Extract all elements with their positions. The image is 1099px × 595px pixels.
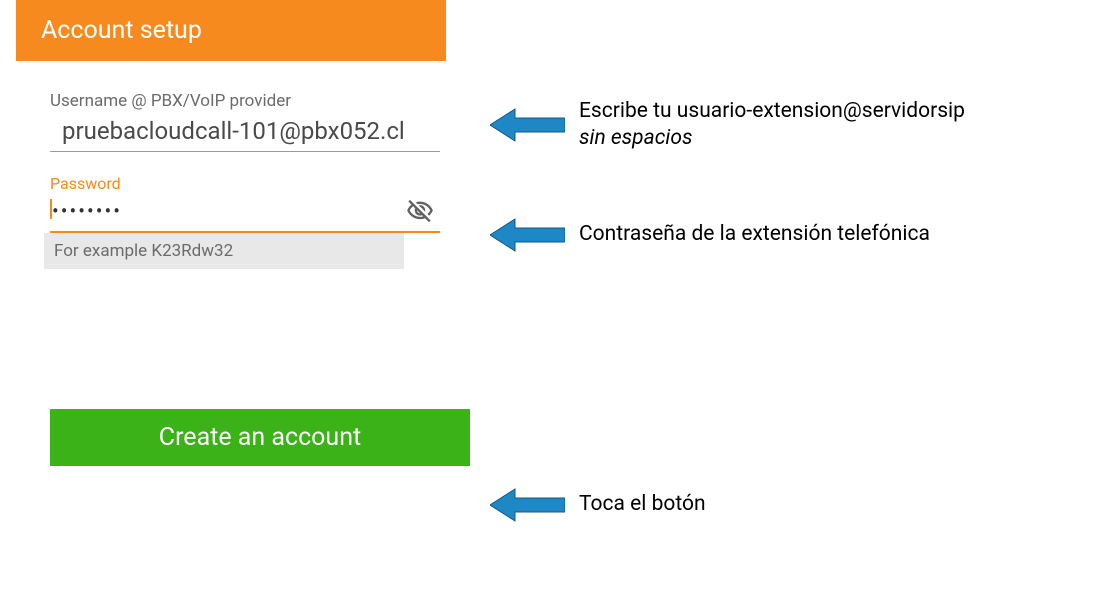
arrow-left-icon bbox=[490, 216, 565, 254]
header-title: Account setup bbox=[16, 0, 446, 61]
annotation-text: Escribe tu usuario-extension@servidorsip… bbox=[579, 98, 965, 153]
annotation-text: Contraseña de la extensión telefónica bbox=[579, 221, 930, 248]
annotation-text: Toca el botón bbox=[579, 491, 706, 518]
arrow-left-icon bbox=[490, 106, 565, 144]
create-account-button[interactable]: Create an account bbox=[50, 409, 470, 466]
annotation-username: Escribe tu usuario-extension@servidorsip… bbox=[490, 98, 965, 153]
text-cursor bbox=[50, 199, 52, 219]
password-hint: For example K23Rdw32 bbox=[44, 233, 404, 269]
account-setup-panel: Account setup Username @ PBX/VoIP provid… bbox=[20, 0, 470, 466]
username-label: Username @ PBX/VoIP provider bbox=[50, 91, 440, 111]
annotation-button: Toca el botón bbox=[490, 486, 706, 524]
annotation-layer: Escribe tu usuario-extension@servidorsip… bbox=[470, 0, 1070, 466]
password-label: Password bbox=[50, 174, 440, 193]
annotation-password: Contraseña de la extensión telefónica bbox=[490, 216, 930, 254]
arrow-left-icon bbox=[490, 486, 565, 524]
username-input[interactable] bbox=[50, 113, 440, 152]
password-input[interactable] bbox=[50, 199, 406, 223]
toggle-password-visibility-icon[interactable] bbox=[406, 197, 434, 225]
